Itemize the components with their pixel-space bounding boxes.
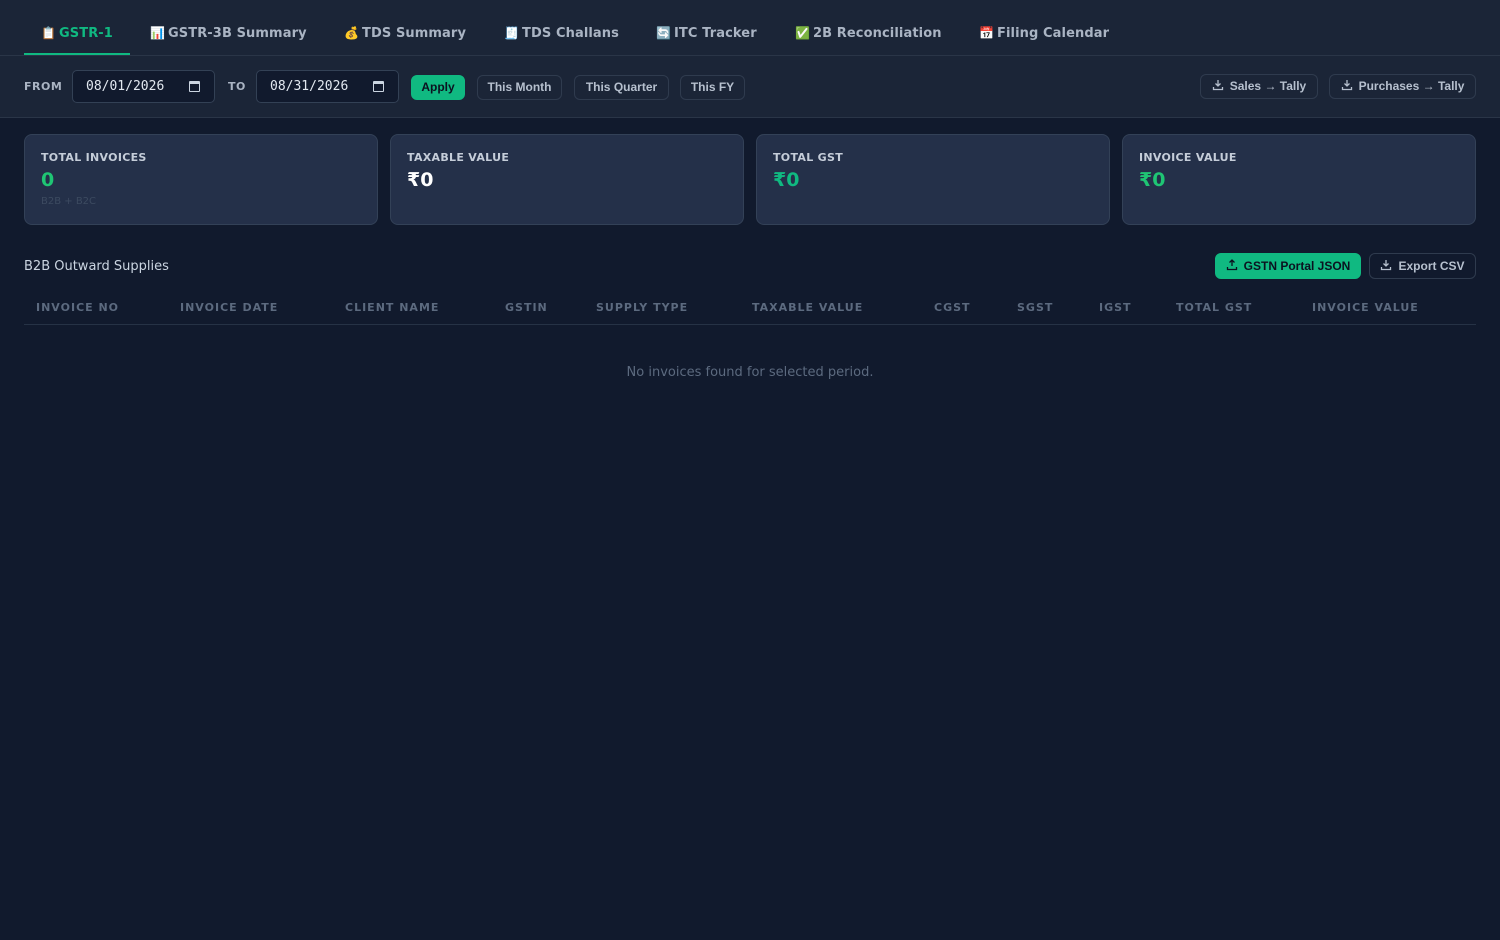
tab-label: GSTR-3B Summary bbox=[168, 26, 307, 41]
card-value: ₹0 bbox=[407, 169, 434, 191]
purchases-to-tally-label: Purchases → Tally bbox=[1358, 79, 1465, 93]
card-value: ₹0 bbox=[1139, 169, 1166, 191]
active-tab-indicator bbox=[24, 53, 130, 55]
calendar-picker-icon[interactable] bbox=[373, 81, 384, 92]
card-subtitle: B2B + B2C bbox=[41, 196, 97, 207]
tab-label: TDS Summary bbox=[362, 26, 467, 41]
from-date-input[interactable]: 08/01/2026 bbox=[72, 70, 215, 103]
tab-itc-tracker[interactable]: 🔄 ITC Tracker bbox=[656, 26, 757, 56]
refresh-icon: 🔄 bbox=[656, 26, 672, 40]
section-title: B2B Outward Supplies bbox=[24, 259, 169, 274]
tab-label: TDS Challans bbox=[522, 26, 619, 41]
upload-icon bbox=[1226, 259, 1237, 271]
taxable-value-card: TAXABLE VALUE ₹0 bbox=[390, 134, 744, 225]
tab-gstr1[interactable]: 📋 GSTR-1 bbox=[41, 26, 113, 56]
column-cgst[interactable]: CGST bbox=[934, 301, 971, 314]
check-mark-icon: ✅ bbox=[795, 26, 811, 40]
tab-tds-challans[interactable]: 🧾 TDS Challans bbox=[504, 26, 619, 56]
gstn-portal-json-label: GSTN Portal JSON bbox=[1243, 259, 1351, 273]
purchases-to-tally-button[interactable]: Purchases → Tally bbox=[1329, 74, 1476, 99]
card-title: TOTAL GST bbox=[773, 151, 844, 164]
money-bag-icon: 💰 bbox=[344, 26, 360, 40]
this-fy-button[interactable]: This FY bbox=[680, 75, 745, 100]
empty-state-message: No invoices found for selected period. bbox=[626, 365, 874, 380]
to-date-value: 08/31/2026 bbox=[270, 79, 349, 94]
calendar-icon: 📅 bbox=[979, 26, 995, 40]
receipt-icon: 🧾 bbox=[504, 26, 520, 40]
card-title: INVOICE VALUE bbox=[1139, 151, 1237, 164]
apply-button[interactable]: Apply bbox=[411, 75, 465, 100]
this-quarter-button[interactable]: This Quarter bbox=[574, 75, 669, 100]
to-date-input[interactable]: 08/31/2026 bbox=[256, 70, 399, 103]
calendar-picker-icon[interactable] bbox=[189, 81, 200, 92]
export-csv-button[interactable]: Export CSV bbox=[1369, 253, 1476, 279]
card-title: TOTAL INVOICES bbox=[41, 151, 147, 164]
download-icon bbox=[1381, 260, 1392, 271]
this-month-button[interactable]: This Month bbox=[477, 75, 562, 100]
download-icon bbox=[1341, 80, 1352, 91]
tab-label: GSTR-1 bbox=[59, 26, 113, 41]
bar-chart-icon: 📊 bbox=[150, 26, 166, 40]
column-invoice-no[interactable]: INVOICE NO bbox=[36, 301, 119, 314]
tab-bar: 📋 GSTR-1 📊 GSTR-3B Summary 💰 TDS Summary 🧾 T… bbox=[0, 0, 1500, 56]
card-value: 0 bbox=[41, 169, 55, 191]
card-title: TAXABLE VALUE bbox=[407, 151, 510, 164]
invoice-value-card: INVOICE VALUE ₹0 bbox=[1122, 134, 1476, 225]
table-header: INVOICE NO INVOICE DATE CLIENT NAME GSTI… bbox=[24, 290, 1476, 325]
card-value: ₹0 bbox=[773, 169, 800, 191]
filter-bar: FROM 08/01/2026 TO 08/31/2026 Apply This… bbox=[0, 56, 1500, 118]
to-label: TO bbox=[228, 80, 246, 93]
tab-filing-calendar[interactable]: 📅 Filing Calendar bbox=[979, 26, 1109, 56]
tab-label: ITC Tracker bbox=[674, 26, 757, 41]
sales-to-tally-label: Sales → Tally bbox=[1229, 79, 1307, 93]
column-invoice-date[interactable]: INVOICE DATE bbox=[180, 301, 278, 314]
column-gstin[interactable]: GSTIN bbox=[505, 301, 548, 314]
tab-label: Filing Calendar bbox=[997, 26, 1110, 41]
tab-2b-reconciliation[interactable]: ✅ 2B Reconciliation bbox=[795, 26, 942, 56]
export-csv-label: Export CSV bbox=[1398, 259, 1465, 273]
column-client-name[interactable]: CLIENT NAME bbox=[345, 301, 439, 314]
clipboard-icon: 📋 bbox=[41, 26, 57, 40]
column-total-gst[interactable]: TOTAL GST bbox=[1176, 301, 1252, 314]
from-date-value: 08/01/2026 bbox=[86, 79, 165, 94]
tab-tds-summary[interactable]: 💰 TDS Summary bbox=[344, 26, 466, 56]
column-supply-type[interactable]: SUPPLY TYPE bbox=[596, 301, 688, 314]
tab-gstr3b-summary[interactable]: 📊 GSTR-3B Summary bbox=[150, 26, 307, 56]
tab-label: 2B Reconciliation bbox=[813, 26, 942, 41]
column-sgst[interactable]: SGST bbox=[1017, 301, 1053, 314]
from-label: FROM bbox=[24, 80, 63, 93]
total-invoices-card: TOTAL INVOICES 0 B2B + B2C bbox=[24, 134, 378, 225]
column-taxable-value[interactable]: TAXABLE VALUE bbox=[752, 301, 863, 314]
total-gst-card: TOTAL GST ₹0 bbox=[756, 134, 1110, 225]
download-icon bbox=[1212, 80, 1223, 91]
column-igst[interactable]: IGST bbox=[1099, 301, 1132, 314]
sales-to-tally-button[interactable]: Sales → Tally bbox=[1200, 74, 1318, 99]
gstn-portal-json-button[interactable]: GSTN Portal JSON bbox=[1215, 253, 1361, 279]
column-invoice-value[interactable]: INVOICE VALUE bbox=[1312, 301, 1419, 314]
